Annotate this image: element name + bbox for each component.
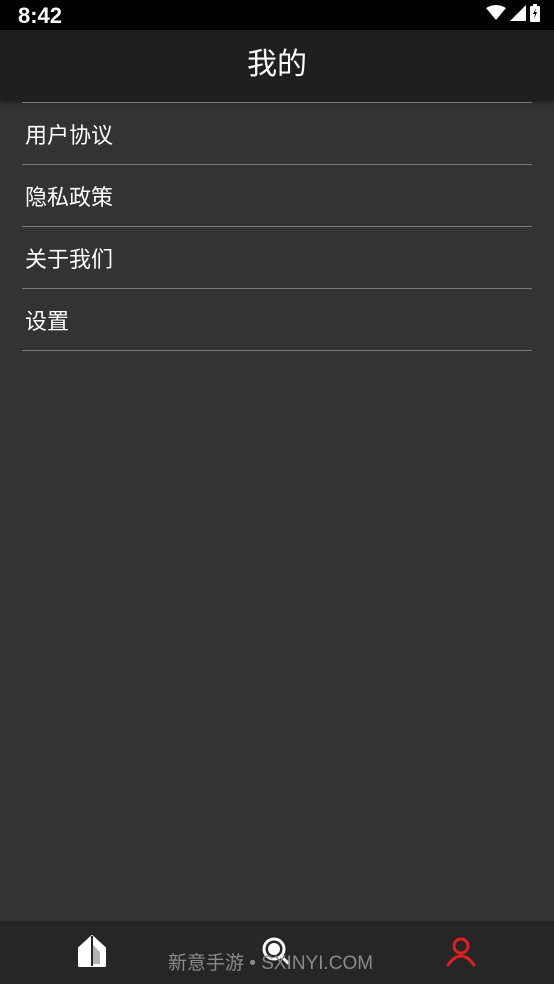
battery-icon bbox=[530, 4, 540, 26]
tab-mine[interactable] bbox=[431, 921, 491, 984]
menu-item-privacy-policy[interactable]: 隐私政策 bbox=[22, 165, 532, 227]
menu-item-label: 隐私政策 bbox=[25, 185, 114, 211]
menu-item-about-us[interactable]: 关于我们 bbox=[22, 227, 532, 289]
search-icon bbox=[261, 936, 291, 970]
screen: 8:42 我的 用户协议 隐私政策 关于我们 设置 新意手游 • SXINYI.… bbox=[0, 0, 554, 984]
wifi-icon bbox=[486, 5, 506, 25]
tab-home[interactable] bbox=[62, 921, 122, 984]
signal-icon bbox=[510, 5, 526, 25]
menu-item-user-agreement[interactable]: 用户协议 bbox=[22, 103, 532, 165]
page-title: 我的 bbox=[247, 47, 307, 82]
menu-item-label: 设置 bbox=[25, 309, 70, 335]
user-icon bbox=[445, 935, 477, 971]
status-time: 8:42 bbox=[18, 3, 63, 28]
home-icon bbox=[76, 934, 108, 972]
menu-item-settings[interactable]: 设置 bbox=[22, 289, 532, 351]
status-bar: 8:42 bbox=[0, 0, 554, 30]
menu-list: 用户协议 隐私政策 关于我们 设置 bbox=[22, 102, 532, 351]
bottom-tab-bar bbox=[0, 921, 554, 984]
tab-search[interactable] bbox=[246, 921, 306, 984]
status-icons bbox=[486, 4, 540, 26]
menu-item-label: 关于我们 bbox=[25, 247, 114, 273]
menu-item-label: 用户协议 bbox=[25, 123, 114, 149]
title-bar: 我的 bbox=[0, 30, 554, 100]
